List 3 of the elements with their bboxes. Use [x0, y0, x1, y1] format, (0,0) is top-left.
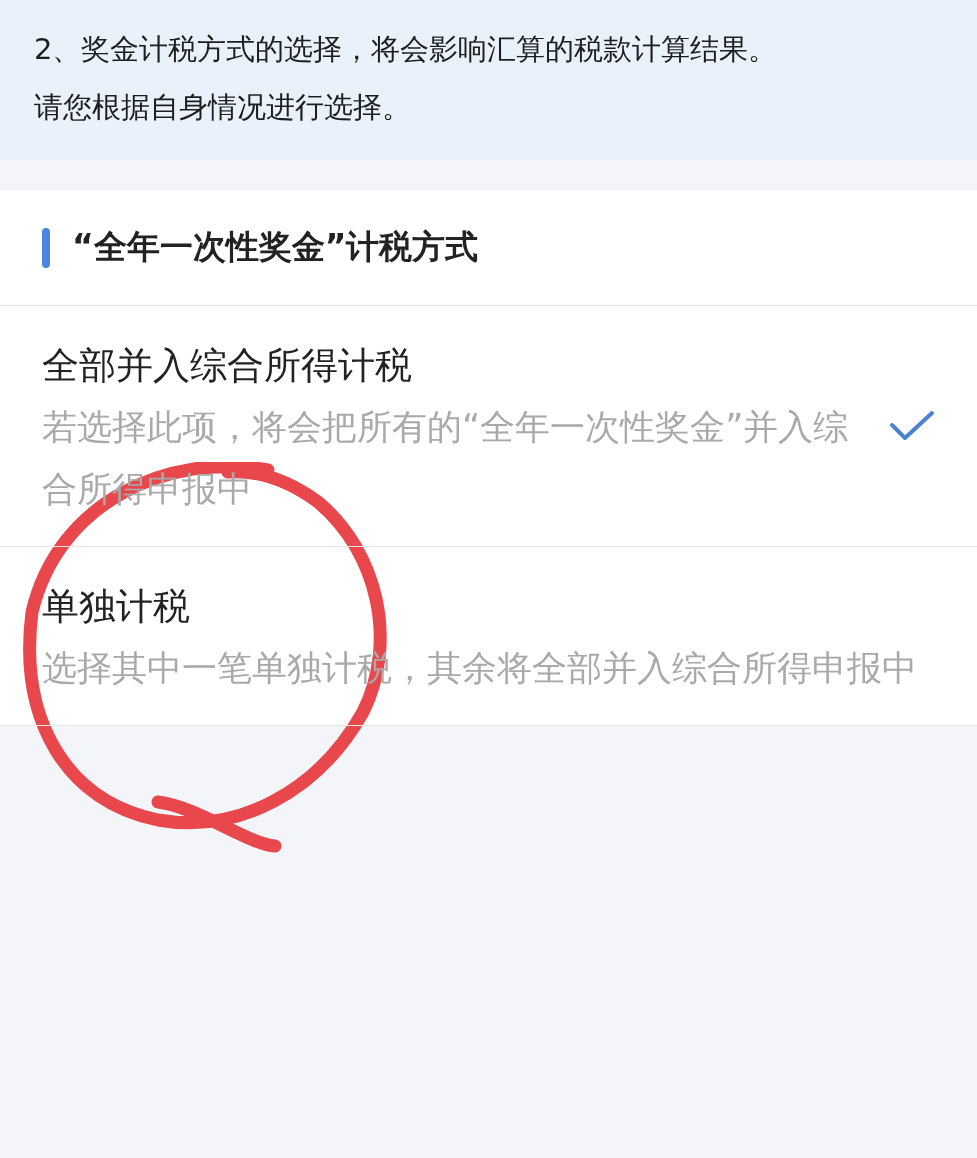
notice-text: 2、奖金计税方式的选择，将会影响汇算的税款计算结果。	[34, 31, 779, 68]
notice-text: 请您根据自身情况进行选择。	[34, 89, 412, 126]
section-title: “全年一次性奖金”计税方式	[72, 226, 479, 268]
